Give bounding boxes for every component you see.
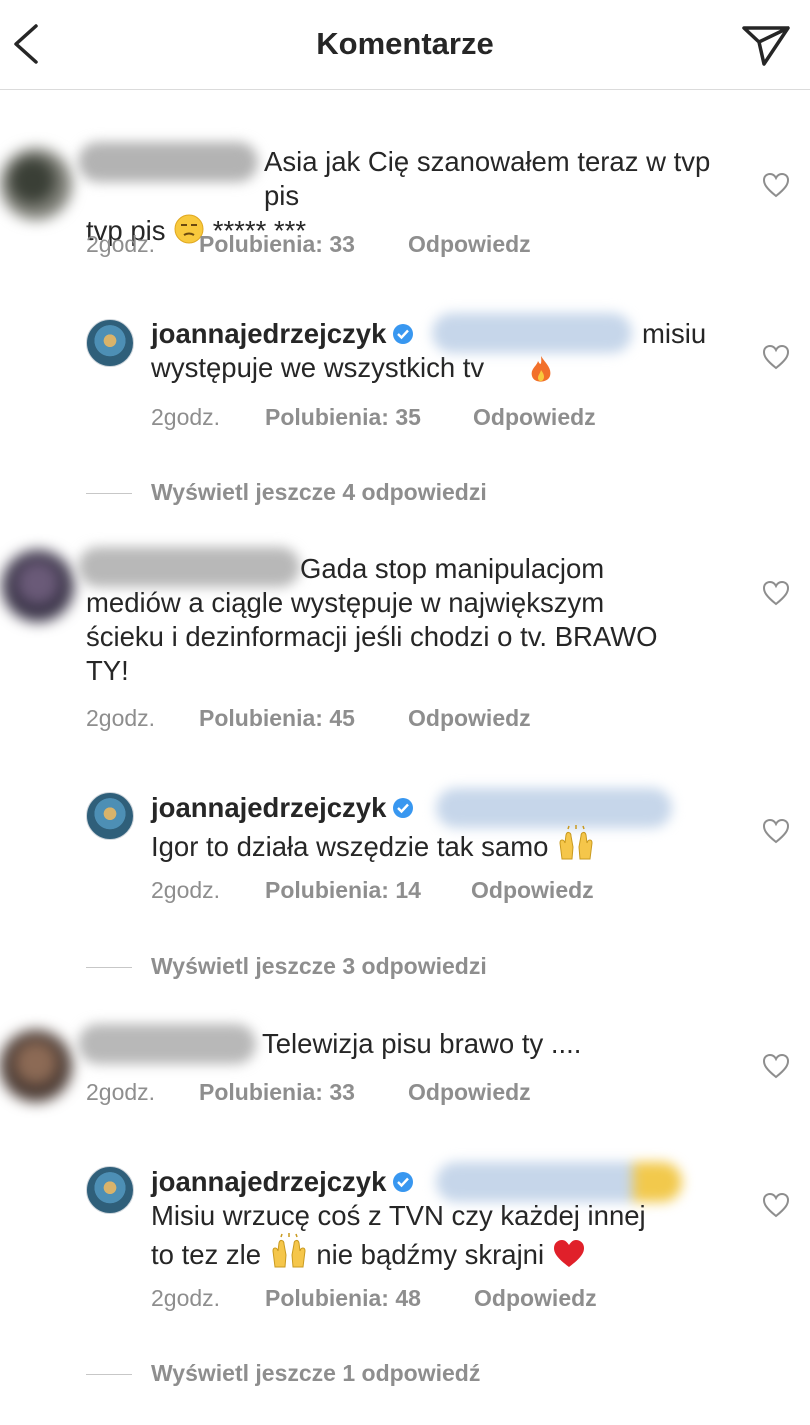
likes-count[interactable]: Polubienia: 45 [199,705,355,732]
timestamp: 2godz. [151,877,221,903]
likes-count[interactable]: Polubienia: 33 [199,231,355,258]
raising-hands-icon [556,825,596,869]
reply-meta: 2godz. Polubienia: 35 Odpowiedz [151,404,711,432]
heart-outline-icon[interactable] [762,1192,790,1218]
page-title: Komentarze [316,26,494,61]
reply-button[interactable]: Odpowiedz [408,231,531,258]
reply-button[interactable]: Odpowiedz [408,1079,531,1106]
likes-count[interactable]: Polubienia: 33 [199,1079,355,1106]
divider-line [86,1374,132,1375]
verified-badge-icon [393,798,414,818]
timestamp: 2godz. [151,404,221,430]
avatar[interactable] [0,1030,72,1102]
avatar[interactable] [86,319,134,367]
header-bar: Komentarze [0,0,810,90]
avatar[interactable] [86,792,134,840]
avatar[interactable] [0,148,72,220]
heart-outline-icon[interactable] [762,344,790,370]
comment-meta: 2godz. Polubienia: 33 Odpowiedz [86,231,686,259]
comment-meta: 2godz. Polubienia: 33 Odpowiedz [86,1079,686,1107]
blurred-username[interactable] [78,1024,256,1064]
verified-badge-icon [393,1172,414,1192]
avatar[interactable] [86,1166,134,1214]
avatar[interactable] [2,550,74,622]
paper-plane-icon[interactable] [740,22,792,68]
timestamp: 2godz. [86,1079,156,1105]
likes-count[interactable]: Polubienia: 14 [265,877,421,904]
fire-icon [526,354,556,391]
reply-meta: 2godz. Polubienia: 14 Odpowiedz [151,877,711,905]
username[interactable]: joannajedrzejczyk [151,792,386,823]
username[interactable]: joannajedrzejczyk [151,1166,386,1197]
heart-outline-icon[interactable] [762,818,790,844]
comment-text: Telewizja pisu brawo ty .... [262,1028,582,1059]
blurred-mention[interactable] [432,313,632,353]
timestamp: 2godz. [86,705,156,731]
verified-badge-icon [393,324,414,344]
timestamp: 2godz. [151,1285,221,1311]
comment-text: Gada stop manipulacjom mediów a ciągle w… [86,553,658,686]
reply-button[interactable]: Odpowiedz [408,705,531,732]
reply-text: joannajedrzejczyk Misiu wrzucę coś z TVN… [151,1165,751,1277]
reply-button[interactable]: Odpowiedz [473,404,596,431]
reply-button[interactable]: Odpowiedz [474,1285,597,1312]
likes-count[interactable]: Polubienia: 35 [265,404,421,431]
reply-text: joannajedrzejczyk Igor to działa wszędzi… [151,791,731,869]
heart-outline-icon[interactable] [762,1053,790,1079]
reply-text-end: misiu [642,318,707,349]
red-heart-icon [552,1239,586,1277]
divider-line [86,967,132,968]
likes-count[interactable]: Polubienia: 48 [265,1285,421,1312]
timestamp: 2godz. [86,231,156,257]
raising-hands-icon [269,1233,309,1277]
reply-button[interactable]: Odpowiedz [471,877,594,904]
comment-meta: 2godz. Polubienia: 45 Odpowiedz [86,705,686,733]
divider-line [86,493,132,494]
heart-outline-icon[interactable] [762,580,790,606]
username[interactable]: joannajedrzejczyk [151,318,386,349]
heart-outline-icon[interactable] [762,172,790,198]
reply-meta: 2godz. Polubienia: 48 Odpowiedz [151,1285,711,1313]
